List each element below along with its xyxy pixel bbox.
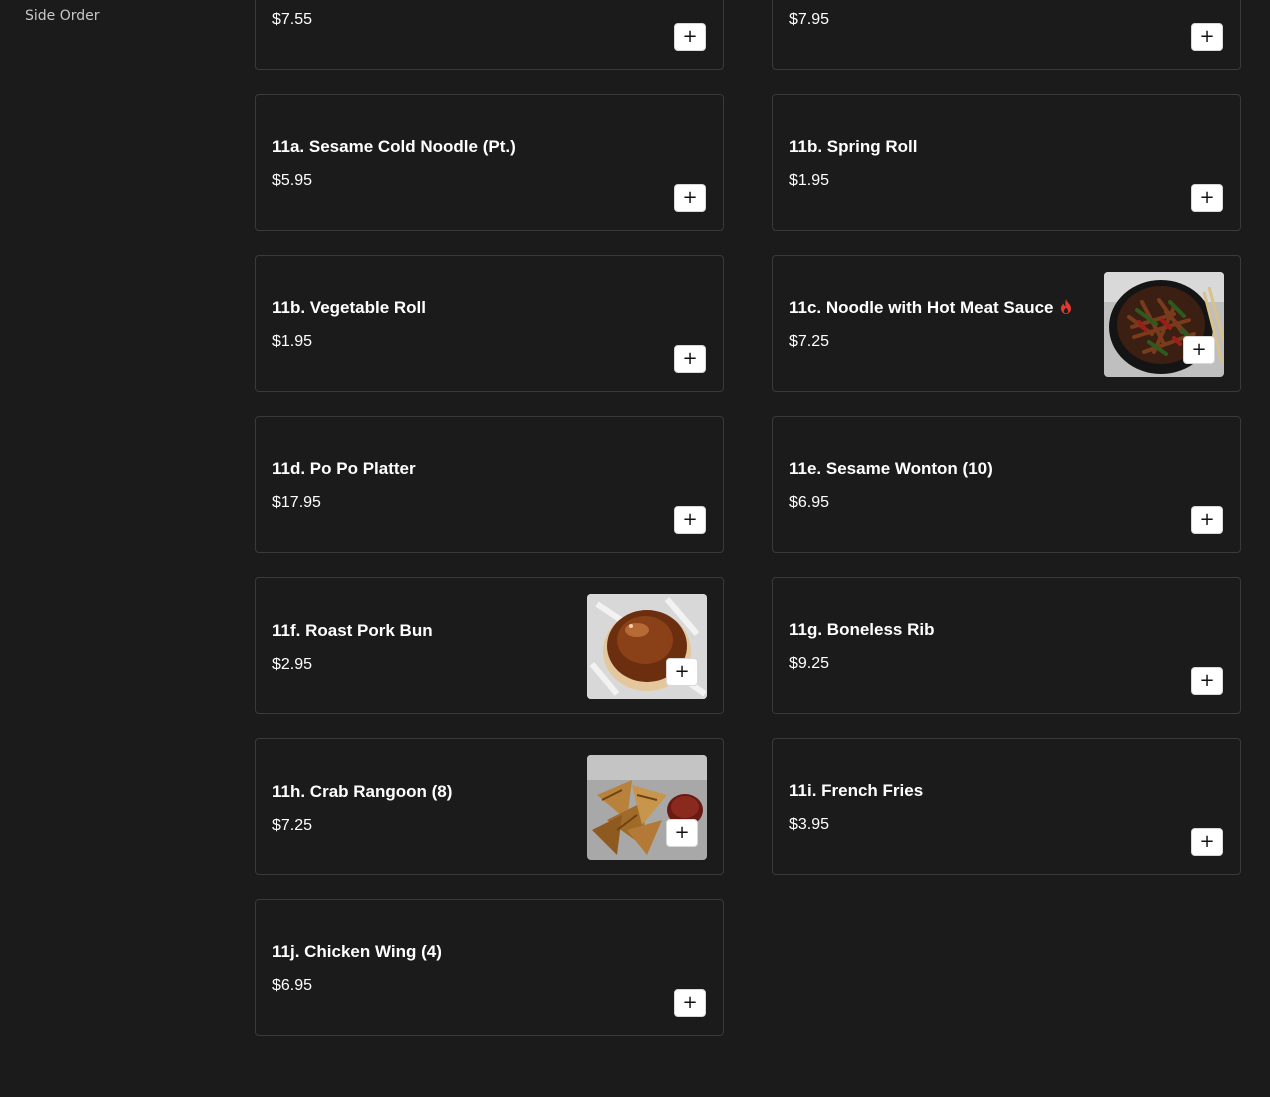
menu-item-card[interactable]: 11f. Roast Pork Bun $2.95 + [255, 577, 724, 714]
menu-item-name: 11h. Crab Rangoon (8) [272, 782, 453, 801]
menu-item-name: 11e. Sesame Wonton (10) [789, 459, 993, 478]
menu-item-name-row: 11c. Noodle with Hot Meat Sauce [789, 298, 1072, 319]
add-to-cart-button[interactable]: + [1191, 23, 1223, 51]
menu-item-price: $7.55 [272, 11, 313, 28]
add-to-cart-button[interactable]: + [674, 506, 706, 534]
menu-item-name: 11b. Vegetable Roll [272, 298, 427, 317]
menu-item-card[interactable]: 11d. Po Po Platter $17.95 + [255, 416, 724, 553]
spicy-icon [1060, 299, 1072, 319]
menu-item-name: 11b. Spring Roll [789, 137, 918, 156]
menu-item-card[interactable]: 11b. Vegetable Roll $1.95 + [255, 255, 724, 392]
sidebar-category-side-order[interactable]: Side Order [25, 8, 100, 24]
add-to-cart-button[interactable]: + [674, 184, 706, 212]
menu-item-card[interactable]: 11a. Sesame Cold Noodle (Pt.) $5.95 + [255, 94, 724, 231]
menu-item-card[interactable]: 11e. Sesame Wonton (10) $6.95 + [772, 416, 1241, 553]
menu-item-name: 11d. Po Po Platter [272, 459, 416, 478]
menu-item-card[interactable]: 11g. Boneless Rib $9.25 + [772, 577, 1241, 714]
menu-item-card[interactable]: $7.55 + [255, 0, 724, 70]
menu-item-price: $2.95 [272, 656, 313, 673]
menu-item-price: $7.25 [789, 333, 830, 350]
add-to-cart-button[interactable]: + [1191, 667, 1223, 695]
menu-item-price: $7.95 [789, 11, 830, 28]
add-to-cart-button[interactable]: + [1183, 336, 1215, 364]
menu-item-card[interactable]: 11b. Spring Roll $1.95 + [772, 94, 1241, 231]
menu-item-name: 11f. Roast Pork Bun [272, 621, 433, 640]
menu-item-card[interactable]: 11i. French Fries $3.95 + [772, 738, 1241, 875]
menu-item-price: $6.95 [272, 977, 313, 994]
menu-item-name: 11i. French Fries [789, 781, 924, 800]
menu-item-name: 11j. Chicken Wing (4) [272, 942, 442, 961]
menu-item-card[interactable]: 11j. Chicken Wing (4) $6.95 + [255, 899, 724, 1036]
menu-item-card[interactable]: $7.95 + [772, 0, 1241, 70]
menu-item-name: 11a. Sesame Cold Noodle (Pt.) [272, 137, 516, 156]
menu-item-price: $17.95 [272, 494, 321, 511]
add-to-cart-button[interactable]: + [674, 23, 706, 51]
menu-item-price: $1.95 [789, 172, 830, 189]
add-to-cart-button[interactable]: + [674, 345, 706, 373]
menu-item-price: $7.25 [272, 817, 313, 834]
menu-item-price: $9.25 [789, 655, 830, 672]
menu-item-card[interactable]: 11h. Crab Rangoon (8) $7.25 + [255, 738, 724, 875]
menu-item-price: $5.95 [272, 172, 313, 189]
menu-item-name: 11c. Noodle with Hot Meat Sauce [789, 298, 1054, 317]
menu-item-price: $1.95 [272, 333, 313, 350]
add-to-cart-button[interactable]: + [666, 658, 698, 686]
add-to-cart-button[interactable]: + [1191, 184, 1223, 212]
menu-item-card[interactable]: 11c. Noodle with Hot Meat Sauce $7.25 + [772, 255, 1241, 392]
add-to-cart-button[interactable]: + [674, 989, 706, 1017]
add-to-cart-button[interactable]: + [666, 819, 698, 847]
menu-item-price: $3.95 [789, 816, 830, 833]
menu-item-name: 11g. Boneless Rib [789, 620, 935, 639]
add-to-cart-button[interactable]: + [1191, 828, 1223, 856]
add-to-cart-button[interactable]: + [1191, 506, 1223, 534]
menu-item-price: $6.95 [789, 494, 830, 511]
